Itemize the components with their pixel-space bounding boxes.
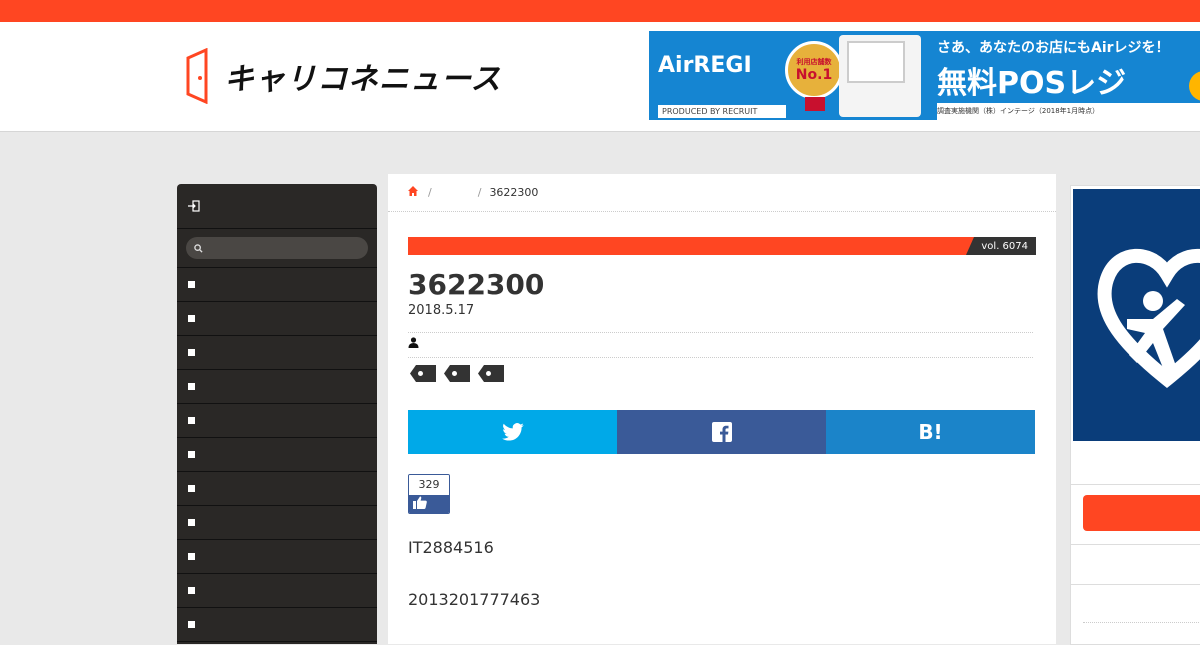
heart-person-logo-icon: ® [1097, 248, 1200, 388]
sidebar-item[interactable] [177, 268, 377, 302]
home-icon[interactable] [408, 186, 418, 199]
search-icon [194, 243, 203, 253]
site-logo[interactable]: キャリコネニュース [186, 48, 502, 104]
bullet-square-icon [188, 349, 195, 356]
divider [1071, 584, 1200, 585]
bullet-square-icon [188, 485, 195, 492]
facebook-like-widget[interactable]: 329 [408, 474, 450, 514]
article-main: / / 3622300 vol. 6074 3622300 2018.5.17 [388, 174, 1056, 644]
volume-bar: vol. 6074 [408, 237, 1036, 255]
tag-icon[interactable] [410, 365, 436, 382]
tag-icon[interactable] [478, 365, 504, 382]
medal-ribbon [805, 97, 825, 111]
divider [408, 332, 1033, 333]
pos-register-image [839, 35, 921, 117]
sidebar-search [177, 229, 377, 268]
breadcrumb-separator: / [477, 186, 482, 199]
divider [1071, 544, 1200, 545]
sidebar-item[interactable] [177, 404, 377, 438]
article-date: 2018.5.17 [408, 303, 475, 318]
divider [1083, 622, 1200, 623]
site-name: キャリコネニュース [224, 62, 502, 97]
sidebar-item[interactable] [177, 540, 377, 574]
top-accent-bar [0, 0, 1200, 22]
sidebar-item[interactable] [177, 608, 377, 642]
sidebar-item[interactable] [177, 302, 377, 336]
site-header: キャリコネニュース AirREGI PRODUCED BY RECRUIT 利用… [0, 22, 1200, 132]
bullet-square-icon [188, 553, 195, 560]
bullet-square-icon [188, 315, 195, 322]
sidebar-item[interactable] [177, 336, 377, 370]
banner-medal: 利用店舗数 No.1 [785, 41, 843, 99]
banner-produced-by: PRODUCED BY RECRUIT [658, 105, 786, 118]
banner-orange-circle [1189, 71, 1200, 101]
article-paragraph: 2013201777463 [408, 590, 541, 609]
twitter-share-button[interactable] [408, 410, 617, 454]
search-input[interactable] [186, 237, 368, 259]
facebook-share-button[interactable] [617, 410, 826, 454]
breadcrumb-separator: / [428, 186, 432, 199]
like-count: 329 [409, 475, 449, 495]
banner-brand: AirREGI [658, 53, 752, 78]
medal-small-text: 利用店舗数 [796, 58, 832, 66]
bullet-square-icon [188, 587, 195, 594]
tag-icon[interactable] [444, 365, 470, 382]
sidebar-item[interactable] [177, 370, 377, 404]
bullet-square-icon [188, 417, 195, 424]
medal-big-text: No.1 [795, 67, 833, 83]
sponsor-cta-button[interactable] [1083, 495, 1200, 531]
facebook-icon [711, 422, 732, 442]
sidebar-item[interactable] [177, 438, 377, 472]
sidebar-item[interactable] [177, 472, 377, 506]
bullet-square-icon [188, 383, 195, 390]
article-title: 3622300 [408, 268, 545, 301]
sidebar-item[interactable] [177, 506, 377, 540]
divider [1071, 484, 1200, 485]
door-logo-icon [186, 48, 208, 104]
divider [408, 357, 1033, 358]
right-sidebar-widget: ® [1070, 185, 1200, 645]
sponsor-ad-image[interactable]: ® [1073, 189, 1200, 441]
article-paragraph: IT2884516 [408, 538, 494, 557]
share-bar: B! [408, 410, 1035, 454]
bullet-square-icon [188, 519, 195, 526]
hatena-bookmark-button[interactable]: B! [826, 410, 1035, 454]
bullet-square-icon [188, 281, 195, 288]
banner-tagline: さあ、あなたのお店にもAirレジを！ [937, 40, 1170, 56]
breadcrumb-current: 3622300 [489, 186, 539, 199]
sidebar-item[interactable] [177, 574, 377, 608]
user-icon [408, 337, 419, 348]
banner-note: 調査実施機関（株）インテージ（2018年1月時点） [937, 103, 1200, 120]
breadcrumb: / / 3622300 [388, 174, 1056, 212]
banner-headline: 無料POSレジ [937, 66, 1127, 101]
ad-banner[interactable]: AirREGI PRODUCED BY RECRUIT 利用店舗数 No.1 さ… [649, 31, 1200, 120]
volume-label: vol. 6074 [966, 237, 1036, 255]
login-link[interactable] [177, 184, 377, 229]
sidebar-menu [177, 184, 377, 644]
tag-list [410, 365, 504, 382]
login-icon [188, 200, 200, 212]
bullet-square-icon [188, 451, 195, 458]
hatena-bookmark-icon: B! [918, 420, 943, 444]
thumbs-up-icon [409, 495, 449, 513]
bullet-square-icon [188, 621, 195, 628]
twitter-icon [501, 423, 524, 441]
article-author[interactable] [408, 337, 419, 351]
